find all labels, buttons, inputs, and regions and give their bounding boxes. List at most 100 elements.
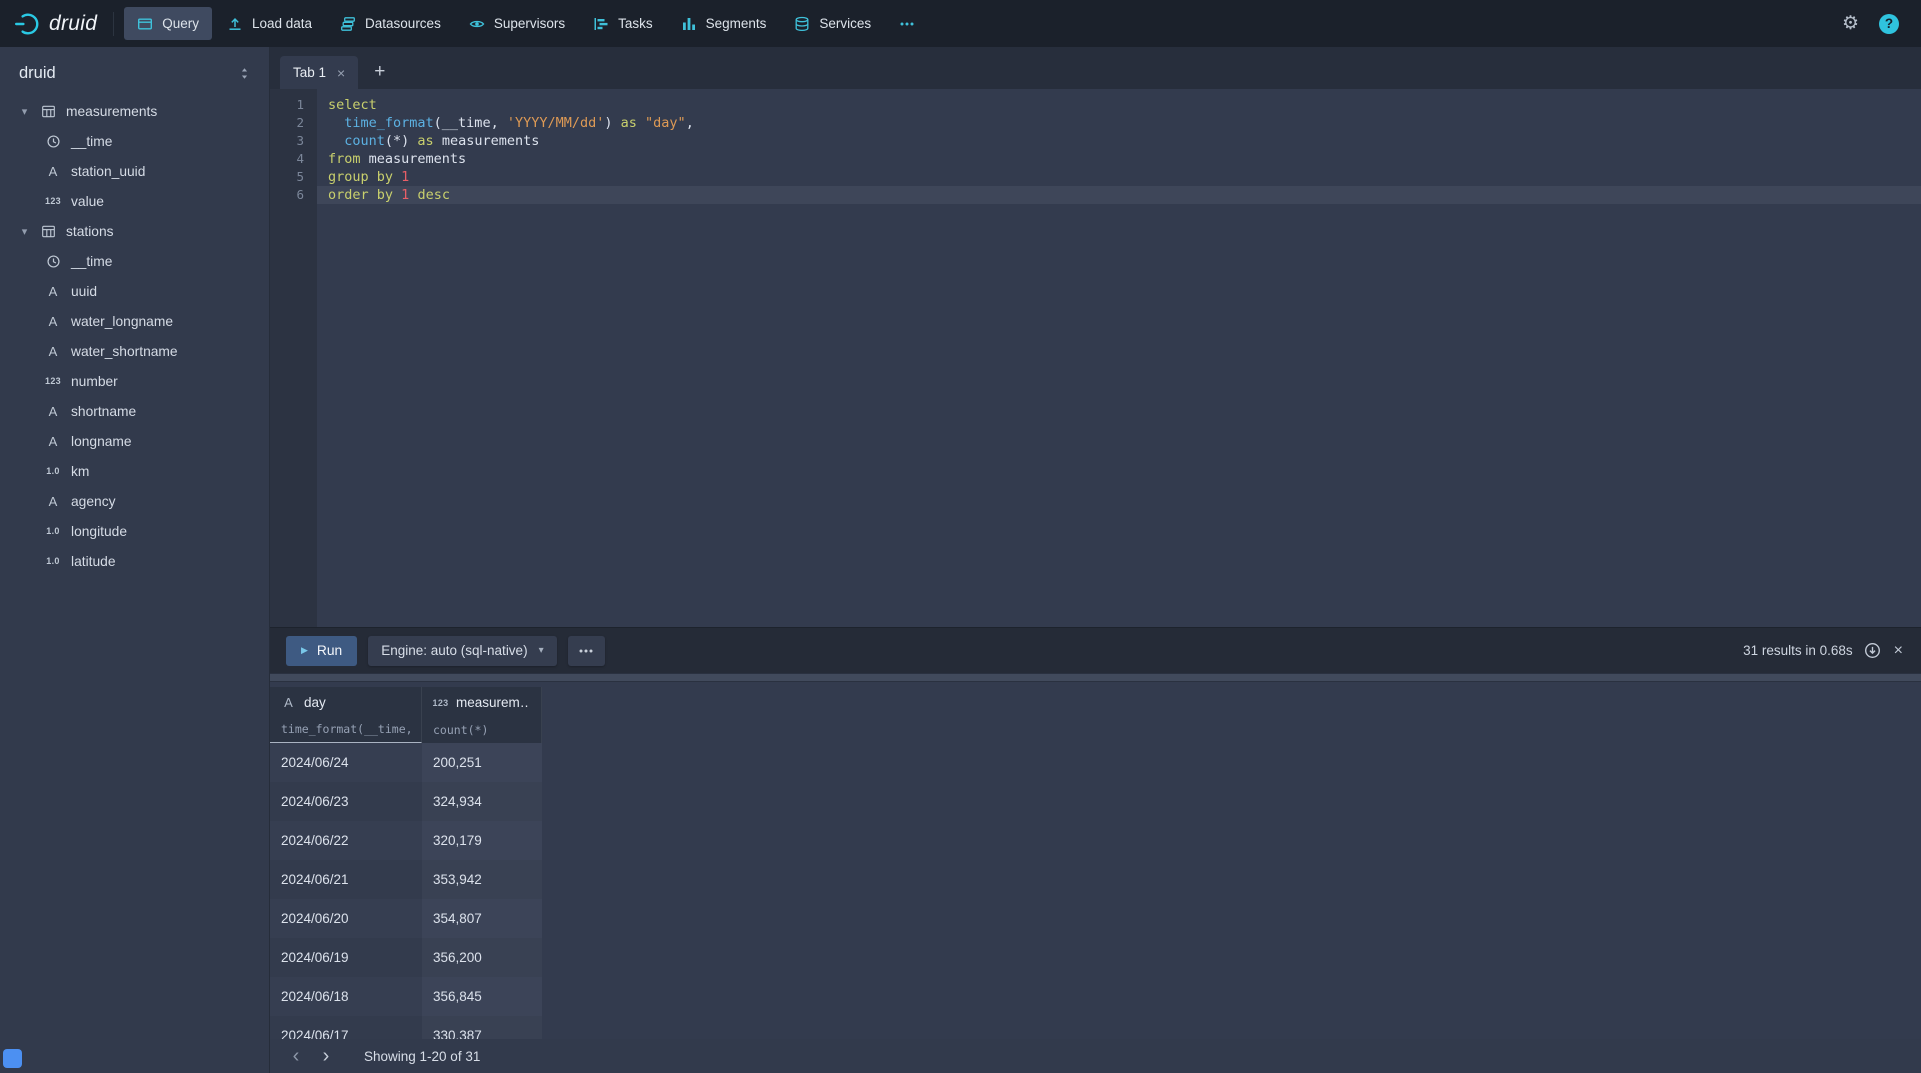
editor-line-4: 4from measurements bbox=[270, 150, 1921, 168]
chevron-left-icon[interactable]: ‹ bbox=[282, 1042, 310, 1070]
tree-item---time[interactable]: __time bbox=[0, 246, 269, 276]
chevron-down-icon[interactable]: ▾ bbox=[19, 105, 30, 118]
close-icon[interactable]: × bbox=[1892, 642, 1905, 660]
schema-sidebar: druid ▾measurements__timeAstation_uuid12… bbox=[0, 47, 270, 1073]
cell-day[interactable]: 2024/06/23 bbox=[270, 782, 422, 821]
pagination-label: Showing 1-20 of 31 bbox=[364, 1049, 480, 1064]
cell-day[interactable]: 2024/06/20 bbox=[270, 899, 422, 938]
nav-item-more[interactable] bbox=[886, 7, 928, 40]
chevron-down-icon[interactable]: ▾ bbox=[19, 225, 30, 238]
code-text: group by 1 bbox=[317, 168, 1921, 186]
tree-item-uuid[interactable]: Auuid bbox=[0, 276, 269, 306]
line-number: 2 bbox=[270, 114, 317, 132]
run-button[interactable]: ▶ Run bbox=[286, 636, 357, 666]
nav-item-supervisors[interactable]: Supervisors bbox=[456, 7, 578, 40]
cell-day[interactable]: 2024/06/21 bbox=[270, 860, 422, 899]
line-number: 1 bbox=[270, 96, 317, 114]
tree-item-label: station_uuid bbox=[71, 164, 145, 179]
editor-lines: 1select2 time_format(__time, 'YYYY/MM/dd… bbox=[270, 89, 1921, 204]
nav-item-label: Datasources bbox=[365, 16, 441, 31]
gear-icon[interactable]: ⚙ bbox=[1842, 14, 1859, 33]
line-number: 4 bbox=[270, 150, 317, 168]
nav-item-segments[interactable]: Segments bbox=[668, 7, 780, 40]
sql-editor[interactable]: 1select2 time_format(__time, 'YYYY/MM/dd… bbox=[270, 89, 1921, 627]
line-number: 3 bbox=[270, 132, 317, 150]
line-number: 5 bbox=[270, 168, 317, 186]
cell-measurements[interactable]: 330,387 bbox=[422, 1016, 542, 1039]
chevron-right-icon[interactable]: › bbox=[312, 1042, 340, 1070]
navbar: druid Query Load data Datasources Superviso… bbox=[0, 0, 1921, 47]
add-tab-button[interactable]: + bbox=[374, 61, 385, 83]
tree-item-agency[interactable]: Aagency bbox=[0, 486, 269, 516]
cell-measurements[interactable]: 324,934 bbox=[422, 782, 542, 821]
double-caret-vertical-icon[interactable] bbox=[238, 67, 251, 80]
tree-item-water-shortname[interactable]: Awater_shortname bbox=[0, 336, 269, 366]
tree-item-km[interactable]: 1.0km bbox=[0, 456, 269, 486]
cell-measurements[interactable]: 353,942 bbox=[422, 860, 542, 899]
results-scrollbar[interactable] bbox=[270, 673, 1921, 682]
string-icon: A bbox=[45, 434, 61, 449]
tab-close-icon[interactable]: × bbox=[337, 65, 345, 81]
bottom-left-badge bbox=[3, 1049, 22, 1068]
cell-day[interactable]: 2024/06/24 bbox=[270, 743, 422, 782]
tree-item-shortname[interactable]: Ashortname bbox=[0, 396, 269, 426]
run-more-button[interactable] bbox=[568, 636, 605, 666]
more-icon bbox=[578, 643, 594, 659]
nav-item-services[interactable]: Services bbox=[781, 7, 884, 40]
tree-item-label: number bbox=[71, 374, 118, 389]
editor-line-6: 6order by 1 desc bbox=[270, 186, 1921, 204]
cell-day[interactable]: 2024/06/19 bbox=[270, 938, 422, 977]
help-icon[interactable]: ? bbox=[1879, 14, 1899, 34]
brand-text: druid bbox=[49, 12, 97, 36]
nav-item-query[interactable]: Query bbox=[124, 7, 212, 40]
cell-day[interactable]: 2024/06/18 bbox=[270, 977, 422, 1016]
tree-item-longname[interactable]: Alongname bbox=[0, 426, 269, 456]
download-icon[interactable] bbox=[1864, 642, 1881, 659]
nav-item-datasources[interactable]: Datasources bbox=[327, 7, 454, 40]
cell-measurements[interactable]: 354,807 bbox=[422, 899, 542, 938]
navbar-right: ⚙ ? bbox=[1842, 14, 1907, 34]
cell-measurements[interactable]: 356,200 bbox=[422, 938, 542, 977]
cell-measurements[interactable]: 320,179 bbox=[422, 821, 542, 860]
line-number: 6 bbox=[270, 186, 317, 204]
string-icon: A bbox=[45, 164, 61, 179]
cell-day[interactable]: 2024/06/17 bbox=[270, 1016, 422, 1039]
cell-measurements[interactable]: 356,845 bbox=[422, 977, 542, 1016]
table-row: 2024/06/24200,251 bbox=[270, 743, 1921, 782]
string-icon: A bbox=[45, 404, 61, 419]
tab-tab1[interactable]: Tab 1 × bbox=[280, 56, 358, 89]
caret-down-icon: ▾ bbox=[539, 645, 544, 656]
number-type-icon: 123 bbox=[433, 698, 448, 708]
tree-item-value[interactable]: 123value bbox=[0, 186, 269, 216]
tree-item-latitude[interactable]: 1.0latitude bbox=[0, 546, 269, 576]
tree-item-longitude[interactable]: 1.0longitude bbox=[0, 516, 269, 546]
tree-item-number[interactable]: 123number bbox=[0, 366, 269, 396]
druid-console: druid Query Load data Datasources Superviso… bbox=[0, 0, 1921, 1073]
druid-logo[interactable]: druid bbox=[10, 11, 107, 37]
cell-measurements[interactable]: 200,251 bbox=[422, 743, 542, 782]
table-row: 2024/06/20354,807 bbox=[270, 899, 1921, 938]
column-header-measurem[interactable]: 123measurem…count(*) bbox=[422, 687, 542, 743]
tree-item-measurements[interactable]: ▾measurements bbox=[0, 96, 269, 126]
code-text: order by 1 desc bbox=[317, 186, 1921, 204]
nav-item-tasks[interactable]: Tasks bbox=[580, 7, 666, 40]
results-grid: Adaytime_format(__time, …123measurem…cou… bbox=[270, 687, 1921, 1039]
cell-day[interactable]: 2024/06/22 bbox=[270, 821, 422, 860]
nav-item-label: Tasks bbox=[618, 16, 653, 31]
string-icon: A bbox=[45, 494, 61, 509]
tree-item-stations[interactable]: ▾stations bbox=[0, 216, 269, 246]
nav-item-label: Query bbox=[162, 16, 199, 31]
code-text: count(*) as measurements bbox=[317, 132, 1921, 150]
column-header-day[interactable]: Adaytime_format(__time, … bbox=[270, 687, 422, 743]
nav-item-load-data[interactable]: Load data bbox=[214, 7, 325, 40]
nav-item-label: Services bbox=[819, 16, 871, 31]
tree-item-station-uuid[interactable]: Astation_uuid bbox=[0, 156, 269, 186]
tree-item-water-longname[interactable]: Awater_longname bbox=[0, 306, 269, 336]
run-bar: ▶ Run Engine: auto (sql-native) ▾ 31 res… bbox=[270, 627, 1921, 673]
tree-item-label: __time bbox=[71, 134, 112, 149]
tree-item---time[interactable]: __time bbox=[0, 126, 269, 156]
schema-tree: ▾measurements__timeAstation_uuid123value… bbox=[0, 96, 269, 576]
navbar-items: Query Load data Datasources Supervisors Task… bbox=[124, 7, 930, 40]
results-header: Adaytime_format(__time, …123measurem…cou… bbox=[270, 687, 1921, 743]
engine-select[interactable]: Engine: auto (sql-native) ▾ bbox=[368, 636, 556, 666]
